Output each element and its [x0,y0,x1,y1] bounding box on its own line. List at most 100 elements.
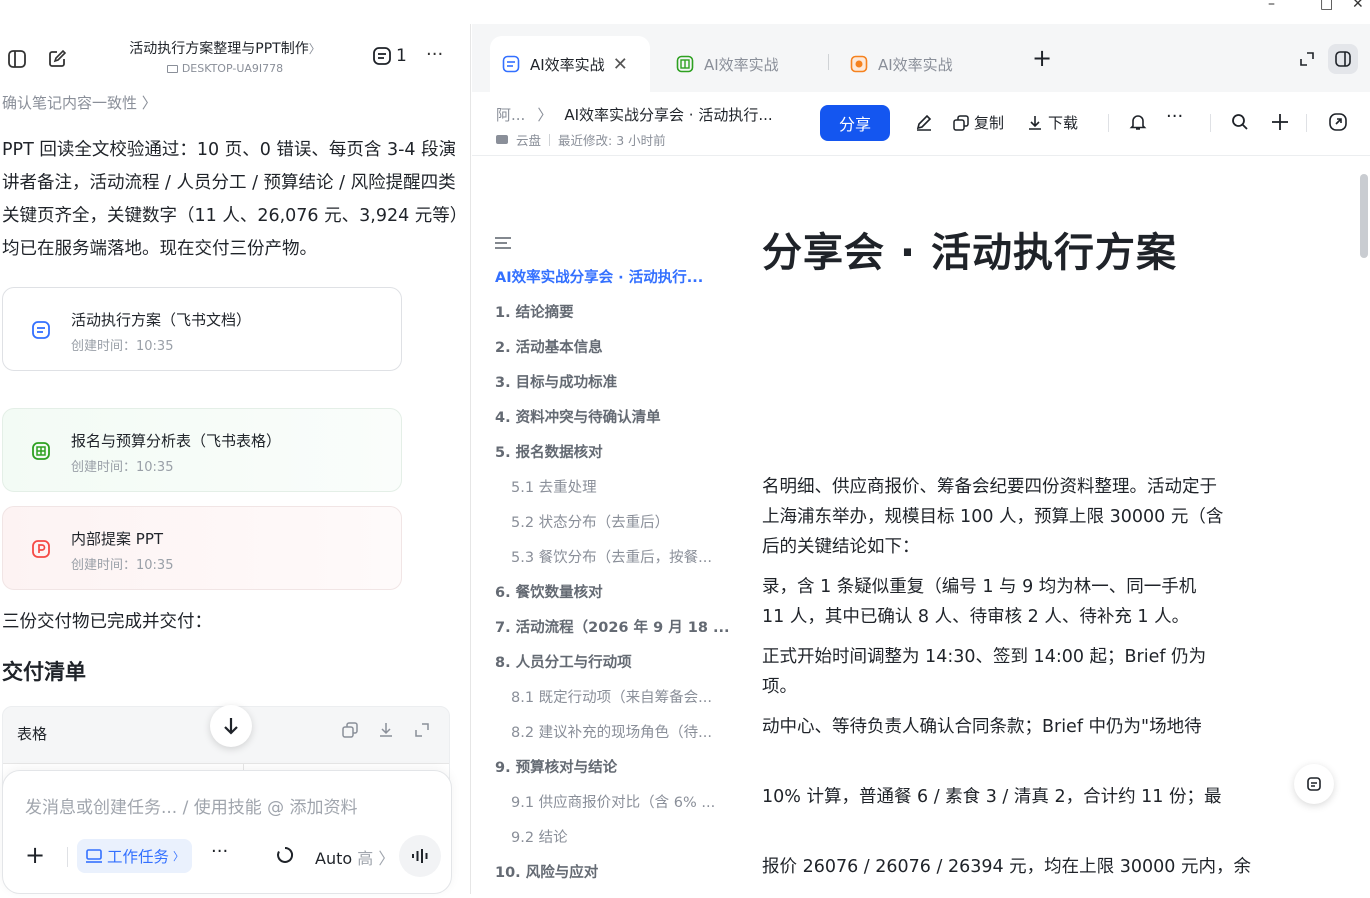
new-chat-icon[interactable] [46,48,68,70]
document-title: 分享会 · 活动执行方案 [762,230,1178,276]
deliverable-card-sheet[interactable]: 报名与预算分析表（飞书表格） 创建时间：10:35 [2,408,402,492]
outline-item[interactable]: 9. 预算核对与结论 [495,758,745,793]
message-icon [373,47,391,65]
collapse-icon[interactable] [1298,50,1316,68]
body-line: 正式开始时间调整为 14:30、签到 14:00 起；Brief 仍为 [762,647,1207,667]
minimize-button[interactable]: – [1268,0,1275,12]
copy-label: 复制 [974,114,1005,132]
outline-item[interactable]: 8.1 既定行动项（来自筹备会... [495,688,745,723]
table-actions [341,721,431,739]
plus-icon[interactable] [1270,112,1290,132]
outline-item[interactable]: AI效率实战分享会 · 活动执行... [495,268,745,303]
expand-icon[interactable] [413,721,431,739]
doc-location[interactable]: 云盘 [516,130,541,149]
deliverable-card-doc[interactable]: 活动执行方案（飞书文档） 创建时间：10:35 [2,287,402,371]
outline-item[interactable]: 8. 人员分工与行动项 [495,653,745,688]
voice-button[interactable] [399,835,441,877]
open-external-icon[interactable] [1328,112,1348,132]
message-count-value: 1 [396,46,407,66]
outline-menu-icon[interactable] [494,236,512,250]
maximize-button[interactable]: □ [1320,0,1333,12]
body-line: 后的关键结论如下： [762,537,920,557]
scroll-down-button[interactable] [210,705,252,747]
tab-sheet[interactable]: AI效率实战 [672,36,822,92]
model-selector[interactable]: Auto 高 〉 [315,845,394,869]
more-icon[interactable]: ··· [426,44,443,65]
sidebar-toggle-icon[interactable] [1328,44,1358,74]
edit-icon[interactable] [914,112,934,132]
outline-item[interactable]: 5. 报名数据核对 [495,443,745,478]
card-title: 内部提案 PPT [71,530,164,548]
message-input[interactable]: 发消息或创建任务... / 使用技能 @ 添加资料 [25,793,358,818]
breadcrumb-doc[interactable]: AI效率实战分享会 · 活动执行... [564,104,772,125]
download-icon[interactable] [377,721,395,739]
outline-item[interactable]: 9.1 供应商报价对比（含 6% ... [495,793,745,828]
download-icon [1029,115,1041,130]
deliverables-heading: 交付清单 [2,660,86,684]
card-time: 创建时间：10:35 [71,339,174,354]
table-label: 表格 [17,725,48,743]
message-count[interactable]: 1 [372,46,407,66]
sheet-icon [676,55,694,73]
body-line: 项。 [762,677,797,697]
add-icon[interactable]: + [25,841,45,869]
conversation-title[interactable]: 活动执行方案整理与PPT制作〉 [100,38,350,58]
outline-item[interactable]: 6. 餐饮数量核对 [495,583,745,618]
breadcrumb-root[interactable]: 阿... [496,104,525,125]
outline-item[interactable]: 5.2 状态分布（去重后） [495,513,745,548]
voice-wave-icon [412,849,428,863]
comment-button[interactable] [1294,764,1334,804]
doc-icon [31,320,51,340]
download-button[interactable]: 下载 [1026,112,1078,133]
body-line: 11 人，其中已确认 8 人、待审核 2 人、待补充 1 人。 [762,607,1190,627]
deliverable-card-ppt[interactable]: 内部提案 PPT 创建时间：10:35 [2,506,402,590]
divider [67,847,68,867]
doc-icon [502,55,520,73]
device-label: DESKTOP-UA9I778 [100,62,350,75]
outline-item[interactable]: 5.1 去重处理 [495,478,745,513]
body-line [762,812,1362,842]
outline-item[interactable]: 2. 活动基本信息 [495,338,745,373]
tab-label: AI效率实战 [878,55,953,74]
ppt-icon [850,55,868,73]
folder-icon [496,135,508,144]
scrollbar[interactable] [1360,174,1368,258]
share-button[interactable]: 分享 [820,105,890,141]
sidebar-toggle-icon[interactable] [6,48,28,70]
close-window-button[interactable]: ✕ [1352,0,1364,12]
outline-item[interactable]: 3. 目标与成功标准 [495,373,745,408]
outline-item[interactable]: 9.2 结论 [495,828,745,863]
outline-item[interactable]: 8.2 建议补充的现场角色（待... [495,723,745,758]
more-icon[interactable]: ··· [211,841,228,862]
add-tab-button[interactable]: + [1032,44,1052,72]
close-icon[interactable]: ✕ [613,54,628,75]
card-time: 创建时间：10:35 [71,460,174,475]
sheet-icon [31,441,51,461]
search-icon[interactable] [1230,112,1250,132]
ppt-icon [31,539,51,559]
confirm-notes-link[interactable]: 确认笔记内容一致性 〉 [2,92,157,113]
doc-meta: 云盘 最近修改: 3 小时前 [496,130,666,149]
outline-item[interactable]: 5.3 餐饮分布（去重后，按餐... [495,548,745,583]
outline-item[interactable]: 4. 资料冲突与待确认清单 [495,408,745,443]
bell-icon[interactable] [1128,112,1148,132]
arrow-down-icon [224,718,238,735]
copy-icon [953,114,969,131]
document-toolbar: 阿... 〉 AI效率实战分享会 · 活动执行... 云盘 最近修改: 3 小时… [472,92,1370,156]
message-composer: 发消息或创建任务... / 使用技能 @ 添加资料 + 工作任务〉 ··· Au… [2,770,452,894]
work-task-button[interactable]: 工作任务〉 [77,839,193,873]
outline-item[interactable]: 10. 风险与应对 [495,863,745,898]
copy-button[interactable]: 复制 [952,112,1004,133]
work-task-label: 工作任务 [107,848,170,866]
more-icon[interactable]: ··· [1166,106,1183,127]
outline-item[interactable]: 1. 结论摘要 [495,303,745,338]
outline-item[interactable]: 7. 活动流程（2026 年 9 月 18 ... [495,618,745,653]
copy-icon[interactable] [341,721,359,739]
body-line: 上海浦东举办，规模目标 100 人，预算上限 30000 元（含 [762,507,1224,527]
tab-doc[interactable]: AI效率实战 ✕ [490,36,650,92]
tab-ppt[interactable]: AI效率实战 [846,36,996,92]
monitor-icon [166,65,178,73]
outline-list: AI效率实战分享会 · 活动执行... 1. 结论摘要 2. 活动基本信息 3. 目标… [495,268,745,898]
card-title: 活动执行方案（飞书文档） [71,311,252,329]
body-line [762,742,1362,772]
